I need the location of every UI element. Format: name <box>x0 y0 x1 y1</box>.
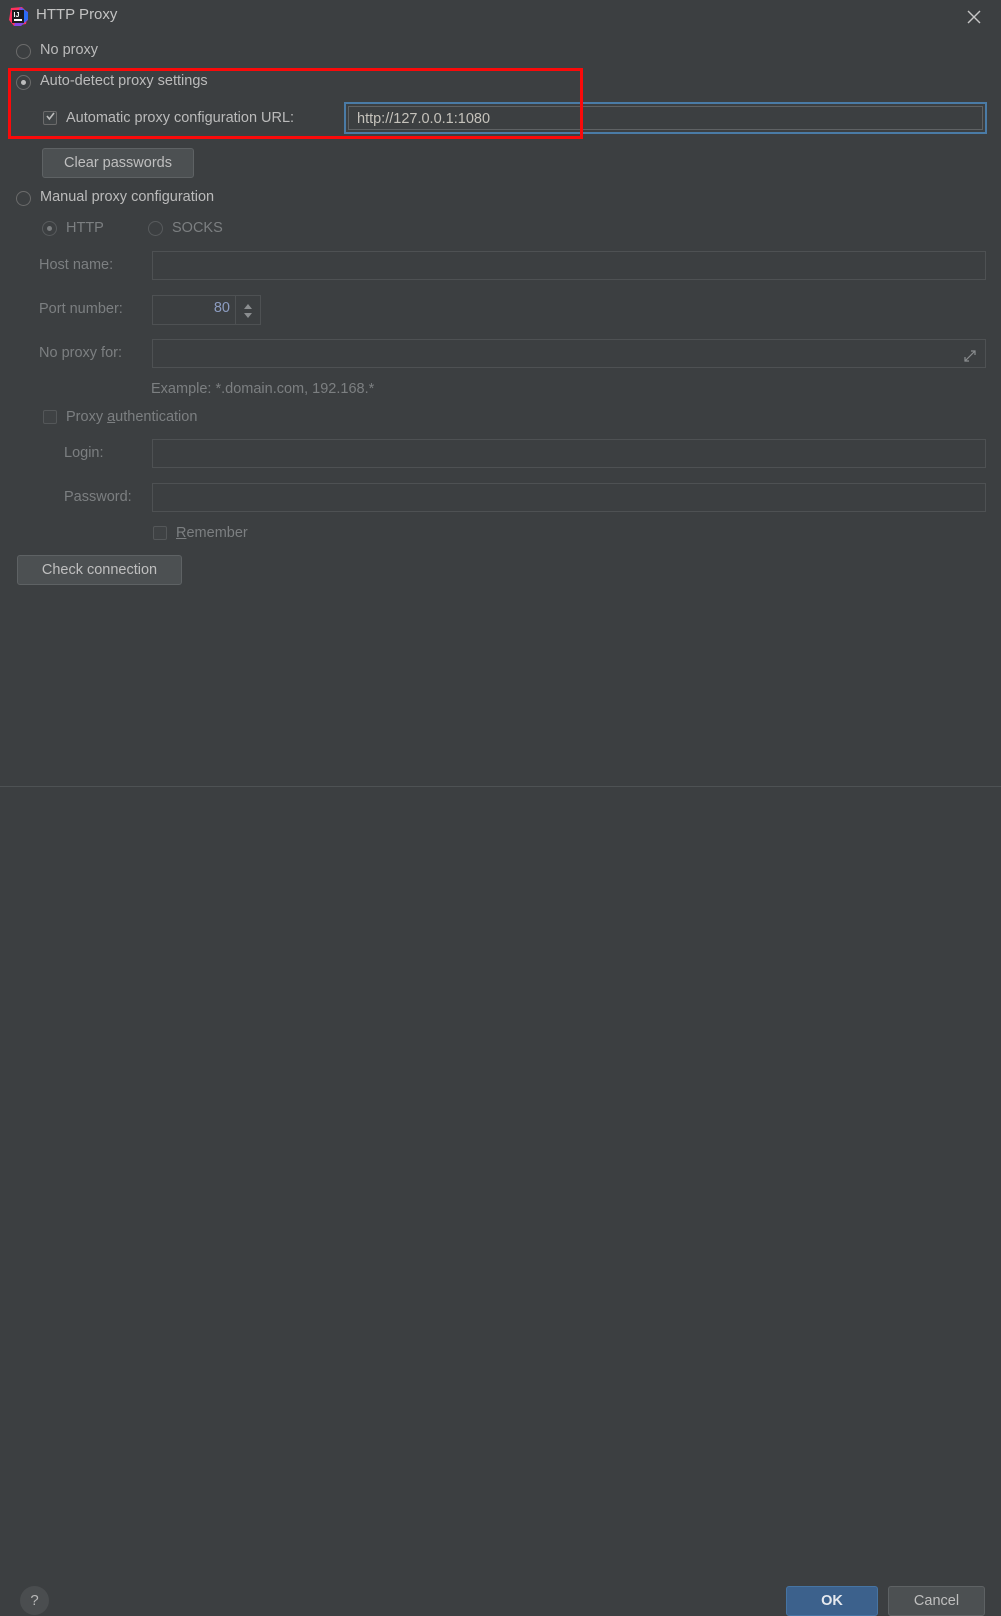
check-connection-button[interactable]: Check connection <box>17 555 182 585</box>
no-proxy-for-input[interactable] <box>152 339 986 368</box>
port-number-stepper[interactable]: 80 <box>152 295 261 325</box>
svg-text:IJ: IJ <box>14 12 20 19</box>
spinner-arrows-icon[interactable] <box>235 296 260 324</box>
password-label: Password: <box>64 489 132 505</box>
expand-icon[interactable] <box>963 349 977 363</box>
check-icon <box>46 112 55 121</box>
login-label: Login: <box>64 445 104 461</box>
auto-config-url-input[interactable]: http://127.0.0.1:1080 <box>344 102 987 134</box>
port-number-value: 80 <box>213 300 230 316</box>
http-proxy-dialog: IJ HTTP Proxy No proxy Auto-detect proxy… <box>0 0 1001 1616</box>
password-input[interactable] <box>152 483 986 512</box>
dialog-title: HTTP Proxy <box>36 6 118 23</box>
cancel-button[interactable]: Cancel <box>888 1586 985 1616</box>
radio-socks[interactable] <box>148 221 163 236</box>
checkbox-proxy-authentication[interactable] <box>43 410 57 424</box>
port-number-label: Port number: <box>39 301 123 317</box>
radio-socks-label: SOCKS <box>172 220 223 236</box>
radio-auto-detect[interactable] <box>16 75 31 90</box>
no-proxy-example-hint: Example: *.domain.com, 192.168.* <box>151 381 375 397</box>
radio-manual-proxy-label: Manual proxy configuration <box>40 189 215 205</box>
close-icon[interactable] <box>963 6 985 28</box>
help-button[interactable]: ? <box>20 1586 49 1615</box>
radio-no-proxy-label: No proxy <box>40 42 99 58</box>
checkbox-auto-config-url[interactable] <box>43 111 57 125</box>
checkbox-remember-label: Remember <box>176 525 248 541</box>
radio-no-proxy[interactable] <box>16 44 31 59</box>
radio-http-label: HTTP <box>66 220 104 236</box>
dialog-titlebar: IJ HTTP Proxy <box>0 0 1001 33</box>
checkbox-remember[interactable] <box>153 526 167 540</box>
checkbox-auto-config-url-label: Automatic proxy configuration URL: <box>66 110 295 126</box>
radio-manual-proxy[interactable] <box>16 191 31 206</box>
host-name-label: Host name: <box>39 257 114 273</box>
ok-button[interactable]: OK <box>786 1586 878 1616</box>
no-proxy-for-label: No proxy for: <box>39 345 122 361</box>
login-input[interactable] <box>152 439 986 468</box>
checkbox-proxy-authentication-label: Proxy authentication <box>66 409 198 425</box>
intellij-idea-icon: IJ <box>9 7 28 26</box>
radio-http[interactable] <box>42 221 57 236</box>
clear-passwords-button[interactable]: Clear passwords <box>42 148 194 178</box>
radio-auto-detect-label: Auto-detect proxy settings <box>40 73 208 89</box>
host-name-input[interactable] <box>152 251 986 280</box>
dialog-footer: ? OK Cancel <box>0 787 1001 1616</box>
auto-config-url-value: http://127.0.0.1:1080 <box>348 106 983 130</box>
